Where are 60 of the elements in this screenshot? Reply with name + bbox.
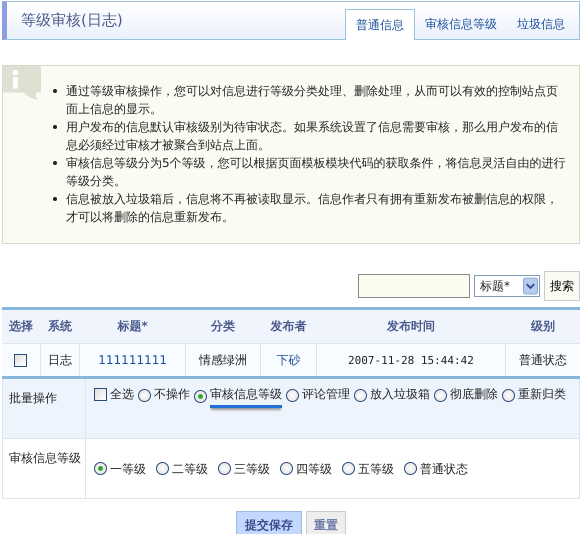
radio-button[interactable]: [404, 462, 417, 475]
notice-item: 用户发布的信息默认审核级别为待审状态。如果系统设置了信息需要审核，那么用户发布的信息必须经过审核才被聚合到站点上面。: [66, 119, 559, 154]
column-header: 发布者: [260, 308, 316, 344]
radio-button[interactable]: [502, 388, 515, 402]
option-label: 四等级: [296, 460, 332, 478]
option-label: 审核信息等级: [210, 385, 282, 408]
search-button[interactable]: 搜索: [544, 271, 580, 301]
bullet-icon: [53, 89, 57, 93]
option-label: 重新归类: [518, 386, 566, 403]
radio-button[interactable]: [342, 462, 355, 475]
notice-item: 审核信息等级分为5个等级，您可以根据页面模板模块代码的获取条件，将信息灵活自由的进行等级分类。: [66, 155, 567, 190]
option-label: 五等级: [358, 460, 394, 478]
option-label: 普通状态: [420, 460, 468, 478]
radio-button[interactable]: [280, 462, 293, 475]
bullet-icon: [53, 125, 57, 129]
option-label: 不操作: [154, 386, 190, 403]
notice-item: 通过等级审核操作，您可以对信息进行等级分类处理、删除处理，从而可以有效的控制站点页面上信息的显示。: [66, 83, 559, 118]
reset-button[interactable]: 重置: [306, 511, 346, 534]
notice-item: 信息被放入垃圾箱后，信息将不再被读取显示。信息作者只有拥有重新发布被删信息的权限，才可以将删除的信息重新发布。: [66, 191, 559, 226]
column-header: 标题*: [80, 308, 186, 344]
page-title: 等级审核(日志): [20, 11, 123, 30]
field-select[interactable]: 标题*: [474, 275, 540, 297]
submit-button[interactable]: 提交保存: [236, 511, 302, 534]
tab[interactable]: 普通信息: [345, 9, 415, 40]
column-header: 分类: [185, 308, 260, 344]
select-all-checkbox[interactable]: [94, 388, 107, 400]
column-header: 发布时间: [316, 308, 506, 344]
radio-button[interactable]: [194, 390, 207, 403]
row-checkbox[interactable]: [14, 354, 28, 368]
bullet-icon: [53, 161, 57, 165]
radio-button[interactable]: [354, 388, 367, 402]
option-label: 三等级: [234, 460, 270, 478]
column-header: 系统: [40, 308, 80, 344]
radio-button[interactable]: [156, 462, 169, 475]
option-label: 放入垃圾箱: [370, 386, 430, 403]
field-label: 批量操作: [3, 379, 86, 438]
search-field[interactable]: [358, 274, 470, 298]
title-link[interactable]: 111111111: [80, 344, 186, 378]
radio-button[interactable]: [94, 462, 107, 475]
bullet-icon: [53, 197, 57, 201]
column-header: 选择: [2, 308, 40, 344]
radio-button[interactable]: [218, 462, 231, 475]
table-cell: 日志: [40, 344, 80, 378]
field-label: 审核信息等级: [3, 439, 86, 498]
radio-button[interactable]: [434, 388, 447, 402]
option-label: 彻底删除: [450, 386, 498, 403]
table-cell: 情感绿洲: [185, 344, 260, 378]
option-label: 二等级: [172, 460, 208, 478]
tab[interactable]: 垃圾信息: [507, 9, 575, 39]
option-label: 评论管理: [302, 386, 350, 403]
table-cell: 普通状态: [506, 344, 580, 378]
table-cell: 2007-11-28 15:44:42: [316, 344, 506, 378]
column-header: 级别: [506, 308, 580, 344]
radio-button[interactable]: [286, 388, 299, 402]
option-label: 一等级: [110, 460, 146, 478]
option-label: 全选: [110, 386, 134, 403]
tab[interactable]: 审核信息等级: [415, 9, 507, 39]
radio-button[interactable]: [138, 388, 151, 402]
author-link[interactable]: 下砂: [260, 344, 316, 378]
dropdown-icon: [523, 277, 538, 295]
